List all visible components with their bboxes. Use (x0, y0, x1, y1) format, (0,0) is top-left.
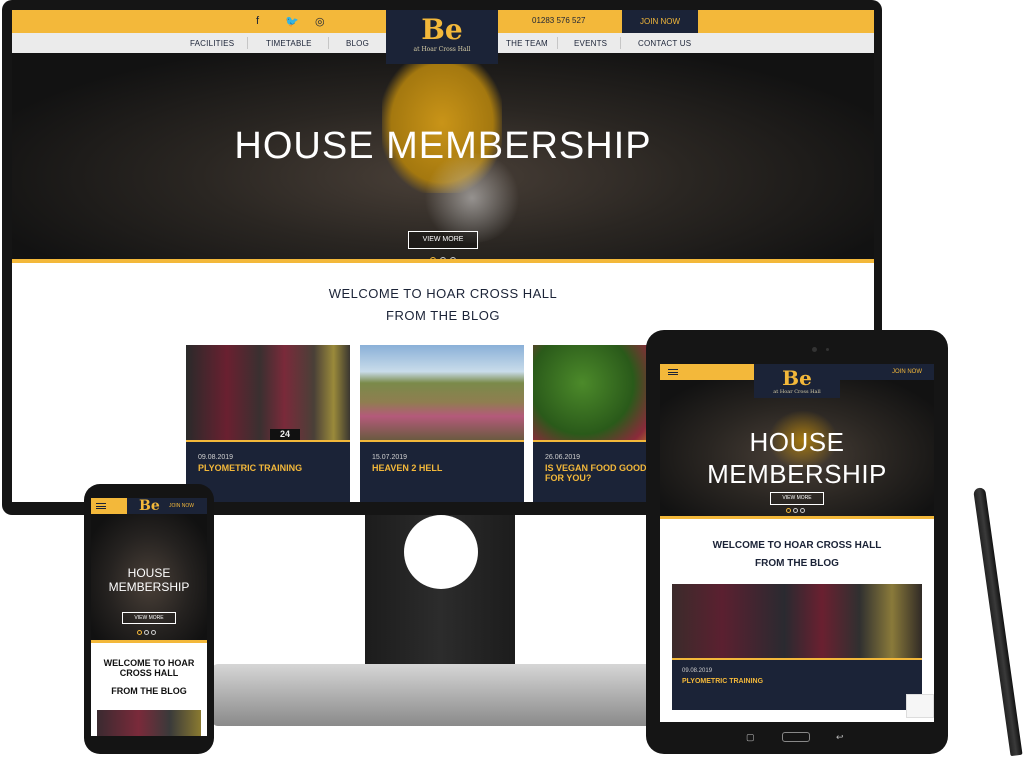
tablet-hero-title: HOUSE MEMBERSHIP (707, 427, 887, 489)
join-now-button[interactable]: JOIN NOW (622, 10, 698, 33)
hero-view-more-button[interactable]: VIEW MORE (408, 231, 478, 249)
logo-subtitle: at Hoar Cross Hall (773, 389, 821, 395)
mobile-blog-heading: FROM THE BLOG (111, 686, 187, 696)
nav-blog[interactable]: BLOG (346, 39, 369, 48)
phone-number[interactable]: 01283 576 527 (532, 16, 585, 25)
desktop-hero-slider: HOUSE MEMBERSHIP VIEW MORE (12, 53, 874, 259)
hero-accent-bar (12, 259, 874, 263)
tablet-logo[interactable]: Be at Hoar Cross Hall (754, 364, 840, 398)
blog-card-date: 15.07.2019 (372, 454, 408, 461)
logo-mark: Be (421, 13, 463, 46)
tablet-welcome-heading: WELCOME TO HOAR CROSS HALL (712, 540, 882, 551)
blog-heading: FROM THE BLOG (386, 308, 500, 323)
slider-dot-3[interactable] (151, 630, 156, 635)
nav-divider (557, 37, 558, 49)
nav-events[interactable]: EVENTS (574, 39, 607, 48)
home-button[interactable] (782, 732, 810, 742)
tablet-screen: JOIN NOW HOUSE MEMBERSHIP VIEW MORE Be a… (660, 364, 934, 722)
monitor-stand-base (212, 664, 652, 726)
tablet-blog-card-accent (672, 658, 922, 660)
hamburger-icon (96, 503, 106, 509)
tablet-device: JOIN NOW HOUSE MEMBERSHIP VIEW MORE Be a… (646, 330, 948, 754)
nav-the-team[interactable]: THE TEAM (506, 39, 548, 48)
recaptcha-badge[interactable] (906, 694, 934, 718)
tablet-sensor (826, 348, 829, 351)
blog-card-accent (360, 440, 524, 442)
blog-card-title: IS VEGAN FOOD GOOD FOR YOU? (545, 463, 647, 483)
nav-divider (247, 37, 248, 49)
logo-subtitle: at Hoar Cross Hall (413, 46, 471, 53)
slider-dot-1[interactable] (786, 508, 791, 513)
logo-mark: Be (782, 366, 812, 390)
nav-divider (328, 37, 329, 49)
tablet-blog-card[interactable]: 09.08.2019 PLYOMETRIC TRAINING (672, 584, 922, 710)
tablet-join-now[interactable]: JOIN NOW (892, 369, 922, 375)
slider-dot-1[interactable] (137, 630, 142, 635)
tablet-view-more-button[interactable]: VIEW MORE (770, 492, 824, 505)
slider-dot-2[interactable] (144, 630, 149, 635)
mobile-header: Be JOIN NOW (91, 498, 207, 514)
slider-dot-3[interactable] (800, 508, 805, 513)
instagram-icon[interactable]: ◎ (315, 15, 325, 28)
mobile-menu-button[interactable] (91, 498, 127, 514)
stylus-pen (973, 487, 1023, 757)
tablet-menu-button[interactable] (660, 364, 754, 380)
tablet-camera (812, 347, 817, 352)
twitter-icon[interactable]: 🐦 (285, 15, 299, 28)
monitor-stand-cable-hole (404, 515, 478, 589)
mobile-hero-title: HOUSE MEMBERSHIP (108, 566, 190, 594)
mobile-blog-card[interactable] (97, 710, 201, 736)
facebook-icon[interactable]: f (256, 15, 259, 27)
device-mockup-stage: f 🐦 ◎ 01283 576 527 JOIN NOW FACILITIES … (0, 0, 1024, 760)
blog-card-accent (186, 440, 350, 442)
blog-card-date: 26.06.2019 (545, 454, 581, 461)
mobile-slider-dots (137, 630, 156, 635)
blog-card-heaven-2-hell[interactable]: 15.07.2019 HEAVEN 2 HELL (360, 345, 524, 502)
blog-card-plyometric[interactable]: 24 09.08.2019 PLYOMETRIC TRAINING (186, 345, 350, 502)
hamburger-icon (668, 369, 678, 375)
recent-apps-icon[interactable]: ▢ (746, 732, 755, 743)
nav-facilities[interactable]: FACILITIES (190, 39, 234, 48)
back-icon[interactable]: ↩ (836, 732, 844, 743)
tablet-blog-card-title: PLYOMETRIC TRAINING (682, 678, 764, 685)
site-logo[interactable]: Be at Hoar Cross Hall (386, 10, 498, 64)
mobile-join-now[interactable]: JOIN NOW (169, 503, 194, 509)
hero-title: HOUSE MEMBERSHIP (234, 125, 652, 167)
nav-contact-us[interactable]: CONTACT US (638, 39, 691, 48)
tablet-hardware-buttons: ▢ ↩ (646, 730, 948, 746)
tablet-slider-dots (786, 508, 805, 513)
tablet-blog-card-image (672, 584, 922, 658)
mobile-welcome-heading: WELCOME TO HOAR CROSS HALL (103, 658, 195, 678)
nav-timetable[interactable]: TIMETABLE (266, 39, 312, 48)
blog-card-image (360, 345, 524, 440)
tablet-accent-bar (660, 516, 934, 519)
mobile-logo[interactable]: Be (139, 498, 160, 514)
tablet-blog-card-date: 09.08.2019 (682, 668, 713, 674)
nav-divider (620, 37, 621, 49)
blog-card-title: HEAVEN 2 HELL (372, 463, 443, 473)
plyo-box-number: 24 (270, 429, 300, 440)
blog-card-title: PLYOMETRIC TRAINING (198, 463, 303, 473)
welcome-heading: WELCOME TO HOAR CROSS HALL (328, 286, 558, 301)
blog-card-image (186, 345, 350, 440)
blog-card-date: 09.08.2019 (198, 454, 234, 461)
mobile-phone: Be JOIN NOW HOUSE MEMBERSHIP VIEW MORE W… (84, 484, 214, 754)
mobile-screen: Be JOIN NOW HOUSE MEMBERSHIP VIEW MORE W… (91, 498, 207, 736)
slider-dot-2[interactable] (793, 508, 798, 513)
mobile-hero: HOUSE MEMBERSHIP VIEW MORE (91, 514, 207, 640)
tablet-hero: HOUSE MEMBERSHIP VIEW MORE (660, 380, 934, 516)
mobile-accent-bar (91, 640, 207, 643)
mobile-view-more-button[interactable]: VIEW MORE (122, 612, 176, 624)
tablet-blog-heading: FROM THE BLOG (755, 558, 839, 569)
